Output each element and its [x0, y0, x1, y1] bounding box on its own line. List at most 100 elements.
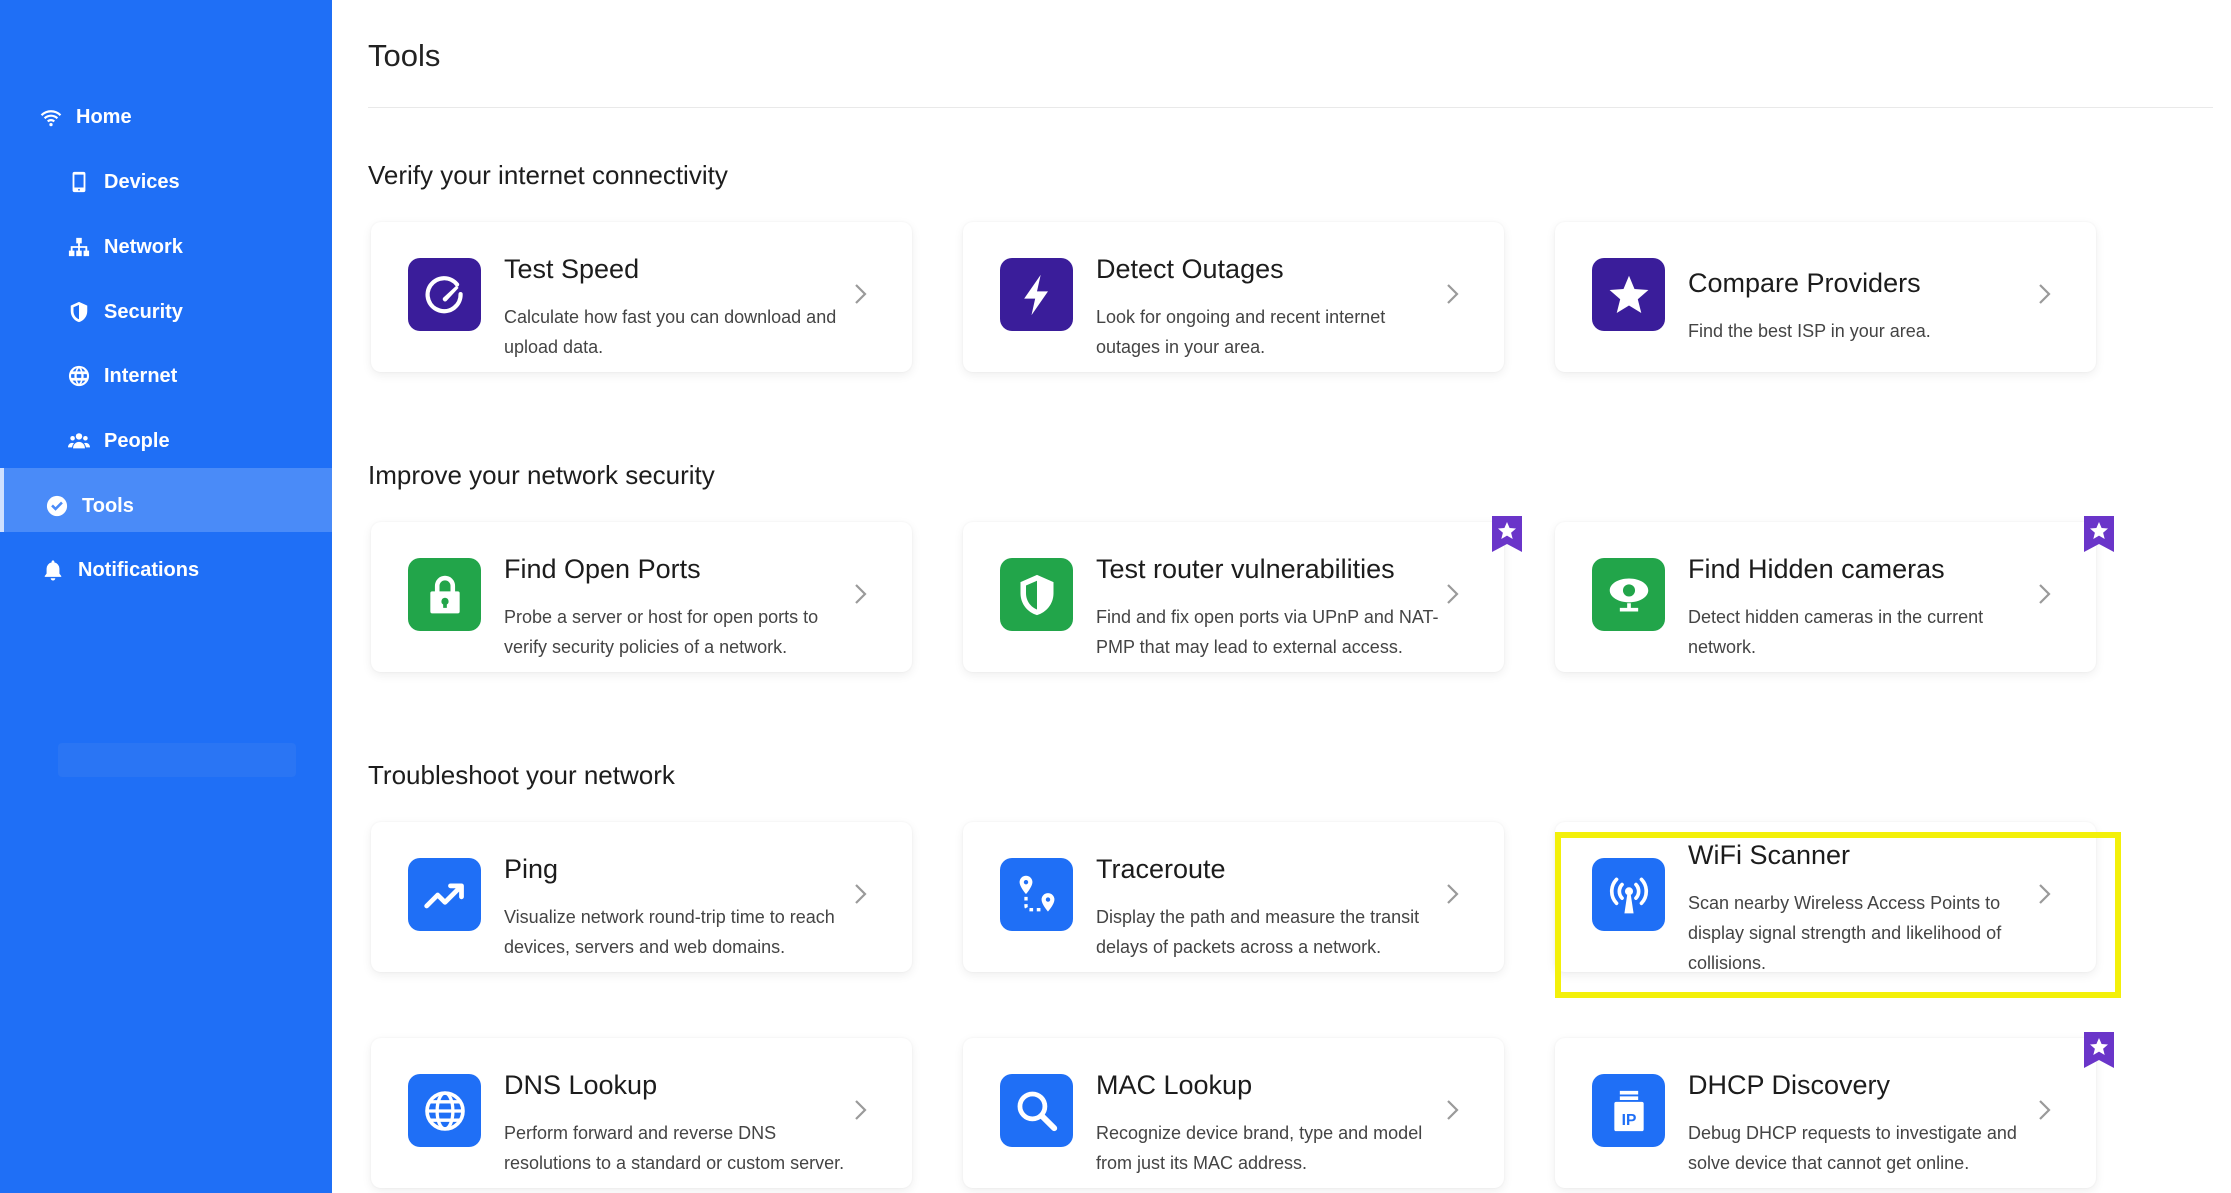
sidebar-item-network[interactable]: Network	[68, 229, 183, 265]
chevron-right-icon	[855, 284, 867, 304]
tool-description: Perform forward and reverse DNS resoluti…	[504, 1123, 845, 1173]
search-icon	[1017, 1091, 1057, 1131]
sidebar-item-security[interactable]: Security	[68, 294, 183, 330]
tool-title: Detect Outages	[1096, 254, 1284, 284]
tool-card-test-router-vulnerabilities[interactable]: Test router vulnerabilities Find and fix…	[963, 516, 1522, 672]
chevron-right-icon	[2039, 584, 2051, 604]
tool-description: Display the path and measure the transit…	[1096, 907, 1420, 957]
tool-title: Compare Providers	[1688, 268, 1921, 298]
tool-title: Find Open Ports	[504, 554, 701, 584]
lock-icon	[429, 575, 460, 613]
tool-card-find-open-ports[interactable]: Find Open Ports Probe a server or host f…	[371, 522, 912, 672]
tool-description: Look for ongoing and recent internet out…	[1096, 307, 1386, 357]
chevron-right-icon	[1447, 284, 1459, 304]
tool-card-dhcp-discovery[interactable]: IP DHCP Discovery Debug DHCP requests to…	[1555, 1032, 2114, 1188]
bell-icon	[44, 560, 62, 581]
people-icon	[68, 433, 90, 449]
tool-card-test-speed[interactable]: Test Speed Calculate how fast you can do…	[371, 222, 912, 372]
tool-icon-tile: IP	[1592, 1074, 1665, 1147]
tool-icon-tile	[1592, 558, 1665, 631]
phone-icon	[72, 171, 86, 193]
tool-card-traceroute[interactable]: Traceroute Display the path and measure …	[963, 822, 1504, 972]
speedometer-icon	[425, 275, 463, 313]
sidebar-item-label: Notifications	[78, 558, 200, 581]
star-icon	[1609, 275, 1648, 313]
chevron-right-icon	[1447, 584, 1459, 604]
tool-title: Find Hidden cameras	[1688, 554, 1945, 584]
tool-card-mac-lookup[interactable]: MAC Lookup Recognize device brand, type …	[963, 1038, 1504, 1188]
globe-icon	[68, 365, 90, 387]
tool-title: Traceroute	[1096, 854, 1226, 884]
tool-card-compare-providers[interactable]: Compare Providers Find the best ISP in y…	[1555, 222, 2096, 372]
sidebar-item-label: Tools	[82, 494, 134, 517]
sidebar-item-label: Security	[104, 300, 183, 323]
sidebar-item-label: People	[104, 429, 170, 452]
page-title: Tools	[368, 38, 441, 73]
sidebar-item-tools[interactable]: Tools	[46, 488, 134, 524]
sidebar-item-label: Devices	[104, 170, 180, 193]
premium-star-badge-icon	[1492, 516, 1522, 552]
lightning-icon	[1023, 274, 1048, 315]
trend-icon	[423, 882, 464, 908]
shield-icon	[1020, 574, 1053, 615]
divider	[368, 107, 2213, 108]
svg-text:IP: IP	[1621, 1111, 1636, 1128]
tool-title: MAC Lookup	[1096, 1070, 1253, 1100]
tool-icon-tile	[408, 1074, 481, 1147]
premium-star-badge-icon	[2084, 516, 2114, 552]
ip-icon: IP	[1613, 1090, 1644, 1131]
sidebar-placeholder-bar	[58, 743, 296, 777]
tool-title: Test router vulnerabilities	[1096, 554, 1395, 584]
sidebar-item-notifications[interactable]: Notifications	[42, 552, 199, 588]
tool-description: Find the best ISP in your area.	[1688, 321, 1931, 341]
tool-card-detect-outages[interactable]: Detect Outages Look for ongoing and rece…	[963, 222, 1504, 372]
premium-star-badge-icon	[2084, 1032, 2114, 1068]
sidebar-item-home[interactable]: Home	[40, 99, 132, 135]
tool-title: DNS Lookup	[504, 1070, 658, 1100]
tool-icon-tile	[1000, 1074, 1073, 1147]
camera-icon	[1609, 578, 1648, 611]
tool-icon-tile	[408, 858, 481, 931]
tool-icon-tile	[1592, 258, 1665, 331]
chevron-right-icon	[2039, 284, 2051, 304]
tool-card-dns-lookup[interactable]: DNS Lookup Perform forward and reverse D…	[371, 1038, 912, 1188]
section-title-connectivity: Verify your internet connectivity	[368, 160, 728, 190]
tool-description: Debug DHCP requests to investigate and s…	[1688, 1123, 2017, 1173]
sidebar: Home Devices Network Security Internet P…	[0, 0, 332, 1193]
tool-icon-tile	[1000, 258, 1073, 331]
chevron-right-icon	[1447, 884, 1459, 904]
tool-icon-tile	[408, 558, 481, 631]
chevron-right-icon	[855, 584, 867, 604]
network-icon	[68, 237, 90, 257]
section-title-troubleshoot: Troubleshoot your network	[368, 760, 675, 790]
tool-title: DHCP Discovery	[1688, 1070, 1891, 1100]
tool-description: Calculate how fast you can download and …	[504, 307, 837, 357]
tool-title: Ping	[504, 854, 559, 884]
route-icon	[1019, 875, 1054, 911]
tool-description: Probe a server or host for open ports to…	[504, 607, 819, 657]
tool-description: Find and fix open ports via UPnP and NAT…	[1096, 607, 1439, 657]
tool-description: Detect hidden cameras in the current net…	[1688, 607, 1984, 657]
tool-card-find-hidden-cameras[interactable]: Find Hidden cameras Detect hidden camera…	[1555, 516, 2114, 672]
tool-icon-tile	[1000, 858, 1073, 931]
tool-icon-tile	[408, 258, 481, 331]
chevron-right-icon	[1447, 1100, 1459, 1120]
section-title-security: Improve your network security	[368, 460, 715, 490]
sidebar-item-label: Home	[76, 105, 132, 128]
shield-icon	[70, 301, 88, 323]
sidebar-item-internet[interactable]: Internet	[68, 358, 177, 394]
sidebar-item-people[interactable]: People	[68, 423, 170, 459]
wifi-icon	[40, 110, 62, 127]
sidebar-item-label: Internet	[104, 364, 178, 387]
chevron-right-icon	[2039, 1100, 2051, 1120]
tool-icon-tile	[1000, 558, 1073, 631]
check-circle-icon	[46, 495, 68, 517]
sidebar-item-devices[interactable]: Devices	[68, 164, 180, 200]
highlight-box	[1555, 832, 2121, 998]
tool-card-ping[interactable]: Ping Visualize network round-trip time t…	[371, 822, 912, 972]
chevron-right-icon	[855, 1100, 867, 1120]
sidebar-item-label: Network	[104, 235, 183, 258]
globe-icon	[424, 1090, 465, 1131]
tool-title: Test Speed	[504, 254, 640, 284]
chevron-right-icon	[855, 884, 867, 904]
